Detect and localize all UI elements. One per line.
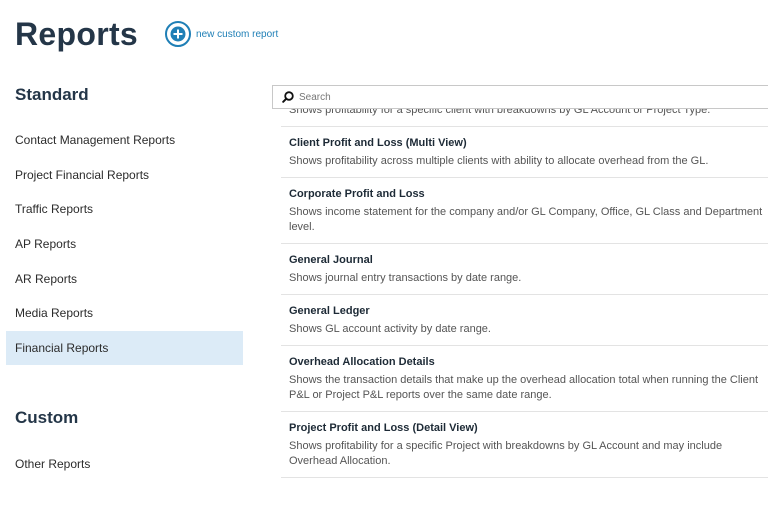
page-title: Reports	[15, 16, 139, 52]
nav-item-contact-management-reports[interactable]: Contact Management Reports	[6, 123, 243, 158]
report-description: Shows journal entry transactions by date…	[289, 272, 522, 284]
nav-item-media-reports[interactable]: Media Reports	[6, 296, 243, 331]
nav-item-financial-reports[interactable]: Financial Reports	[6, 330, 243, 366]
report-name[interactable]: Overhead Allocation Details	[289, 354, 768, 370]
report-description: Shows profitability for a specific Proje…	[289, 440, 723, 467]
nav-item-traffic-reports[interactable]: Traffic Reports	[6, 192, 243, 227]
nav-item-other-reports[interactable]: Other Reports	[6, 447, 243, 482]
search-box[interactable]	[272, 85, 768, 109]
report-name[interactable]: General Ledger	[289, 303, 768, 319]
nav-item-ap-reports[interactable]: AP Reports	[6, 227, 243, 262]
new-custom-report-button[interactable]: new custom report	[164, 20, 278, 48]
report-name[interactable]: Corporate Profit and Loss	[289, 186, 768, 202]
report-description: Shows GL account activity by date range.	[289, 323, 491, 335]
report-name[interactable]: General Journal	[289, 252, 768, 268]
report-name[interactable]: Client Profit and Loss (Multi View)	[289, 135, 768, 151]
new-custom-report-label[interactable]: new custom report	[196, 29, 278, 40]
report-item-general-ledger[interactable]: General Ledger Shows GL account activity…	[281, 295, 768, 346]
report-description: Shows profitability across multiple clie…	[289, 155, 709, 167]
page-header: Reports new custom report	[15, 12, 278, 56]
nav-item-project-financial-reports[interactable]: Project Financial Reports	[6, 158, 243, 193]
report-item-client-profit-loss-partial[interactable]: Shows profitability for a specific clien…	[281, 109, 768, 127]
search-icon	[282, 91, 294, 103]
report-description: Shows profitability for a specific clien…	[289, 109, 711, 116]
report-item-corporate-profit-loss[interactable]: Corporate Profit and Loss Shows income s…	[281, 178, 768, 244]
report-list: Shows profitability for a specific clien…	[281, 109, 768, 525]
report-description: Shows the transaction details that make …	[289, 374, 759, 401]
report-item-overhead-allocation-details[interactable]: Overhead Allocation Details Shows the tr…	[281, 346, 768, 412]
report-item-client-profit-loss-multi-view[interactable]: Client Profit and Loss (Multi View) Show…	[281, 127, 768, 178]
report-item-general-journal[interactable]: General Journal Shows journal entry tran…	[281, 244, 768, 295]
standard-report-nav: Contact Management Reports Project Finan…	[6, 123, 243, 366]
custom-section-heading: Custom	[15, 408, 79, 427]
search-input[interactable]	[299, 91, 739, 103]
report-description: Shows income statement for the company a…	[289, 206, 763, 233]
report-name[interactable]: Project Profit and Loss (Detail View)	[289, 420, 768, 436]
standard-section-heading: Standard	[15, 85, 89, 104]
custom-report-nav: Other Reports	[6, 447, 243, 482]
nav-item-ar-reports[interactable]: AR Reports	[6, 261, 243, 296]
report-item-project-profit-loss-detail-view[interactable]: Project Profit and Loss (Detail View) Sh…	[281, 412, 768, 478]
plus-circle-icon[interactable]	[164, 20, 192, 48]
